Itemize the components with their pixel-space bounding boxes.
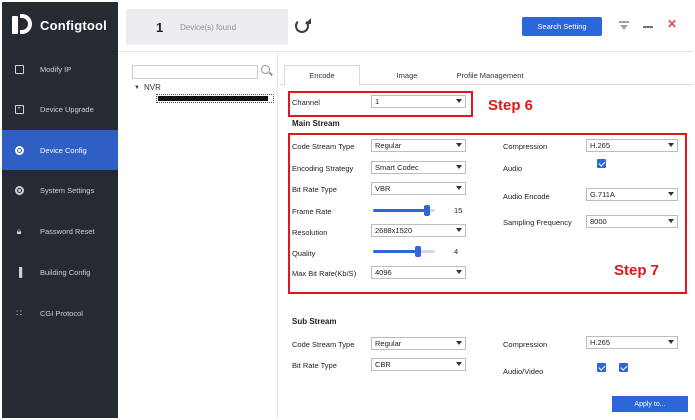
- minimize-icon[interactable]: [643, 26, 653, 28]
- sub-stream-title: Sub Stream: [292, 317, 337, 326]
- sub-code-stream-type-value: Regular: [375, 339, 402, 348]
- search-icon[interactable]: [261, 65, 270, 74]
- apply-to-button[interactable]: Apply to...: [612, 396, 688, 412]
- top-bar: 1 Device(s) found Search Setting ✕: [118, 2, 693, 52]
- app-logo: Configtool: [12, 14, 107, 36]
- sidebar-item-device-config[interactable]: Device Config: [2, 130, 118, 170]
- chevron-down-icon: [456, 362, 462, 366]
- sidebar-item-label: Modify IP: [40, 64, 72, 74]
- step6-label: Step 6: [488, 97, 534, 114]
- chevron-down-icon: [668, 340, 674, 344]
- expand-arrow-icon[interactable]: ▼: [134, 85, 140, 91]
- device-count: 1: [156, 19, 164, 35]
- upgrade-icon: +: [14, 104, 24, 114]
- sub-code-stream-type-label: Code Stream Type: [292, 340, 355, 349]
- sidebar-item-label: Device Upgrade: [40, 104, 94, 114]
- building-icon: ▐: [15, 266, 23, 277]
- logo-mark-icon: [12, 14, 32, 36]
- sidebar-item-system-settings[interactable]: System Settings: [2, 170, 118, 210]
- step6-highlight-box: [288, 91, 473, 117]
- sidebar-item-label: Password Reset: [40, 226, 95, 236]
- main-stream-title: Main Stream: [292, 119, 340, 128]
- sidebar: Configtool Modify IP + Device Upgrade De…: [2, 2, 118, 418]
- sub-video-checkbox[interactable]: [619, 363, 628, 372]
- settings-icon: [14, 185, 24, 195]
- modify-ip-icon: [14, 64, 24, 74]
- sidebar-item-building-config[interactable]: ▐ Building Config: [2, 252, 118, 292]
- sidebar-item-modify-ip[interactable]: Modify IP: [2, 49, 118, 89]
- close-icon[interactable]: ✕: [667, 18, 677, 30]
- sidebar-item-label: Device Config: [40, 145, 87, 155]
- tree-search-input[interactable]: [132, 65, 258, 79]
- tab-profile-management[interactable]: Profile Management: [448, 65, 532, 85]
- tab-encode[interactable]: Encode: [284, 65, 360, 86]
- sub-compression-select[interactable]: H.265: [586, 336, 678, 349]
- sub-bit-rate-type-select[interactable]: CBR: [371, 358, 466, 371]
- sidebar-item-label: CGI Protocol: [40, 308, 83, 318]
- sidebar-item-label: System Settings: [40, 185, 95, 195]
- sub-audio-checkbox[interactable]: [597, 363, 606, 372]
- audio-video-label: Audio/Video: [503, 367, 544, 376]
- search-setting-button[interactable]: Search Setting: [522, 17, 602, 36]
- tree-root-nvr[interactable]: NVR: [144, 83, 161, 92]
- step7-label: Step 7: [614, 262, 660, 279]
- sub-compression-label: Compression: [503, 340, 548, 349]
- refresh-icon[interactable]: [295, 18, 311, 33]
- tab-image[interactable]: Image: [372, 65, 442, 85]
- sidebar-item-password-reset[interactable]: 🔒︎ Password Reset: [2, 211, 118, 251]
- sub-bit-rate-type-value: CBR: [375, 360, 391, 369]
- chevron-down-icon: [456, 341, 462, 345]
- sub-code-stream-type-select[interactable]: Regular: [371, 337, 466, 350]
- sidebar-item-device-upgrade[interactable]: + Device Upgrade: [2, 89, 118, 129]
- app-title: Configtool: [40, 17, 107, 33]
- sidebar-item-cgi-protocol[interactable]: ∷ CGI Protocol: [2, 293, 118, 333]
- lock-icon: 🔒︎: [16, 225, 22, 236]
- sub-compression-value: H.265: [590, 338, 611, 347]
- devices-found-box: 1 Device(s) found: [126, 9, 288, 45]
- sub-bit-rate-type-label: Bit Rate Type: [292, 361, 337, 370]
- menu-dropdown-icon[interactable]: [619, 21, 629, 30]
- redacted-device-address: [158, 96, 268, 101]
- devices-found-label: Device(s) found: [180, 22, 237, 32]
- protocol-icon: ∷: [16, 307, 22, 318]
- sidebar-item-label: Building Config: [40, 267, 91, 277]
- device-tree-panel: ▼ NVR: [118, 52, 278, 418]
- tab-bar: Encode Image Profile Management: [280, 65, 693, 86]
- config-icon: [14, 145, 24, 155]
